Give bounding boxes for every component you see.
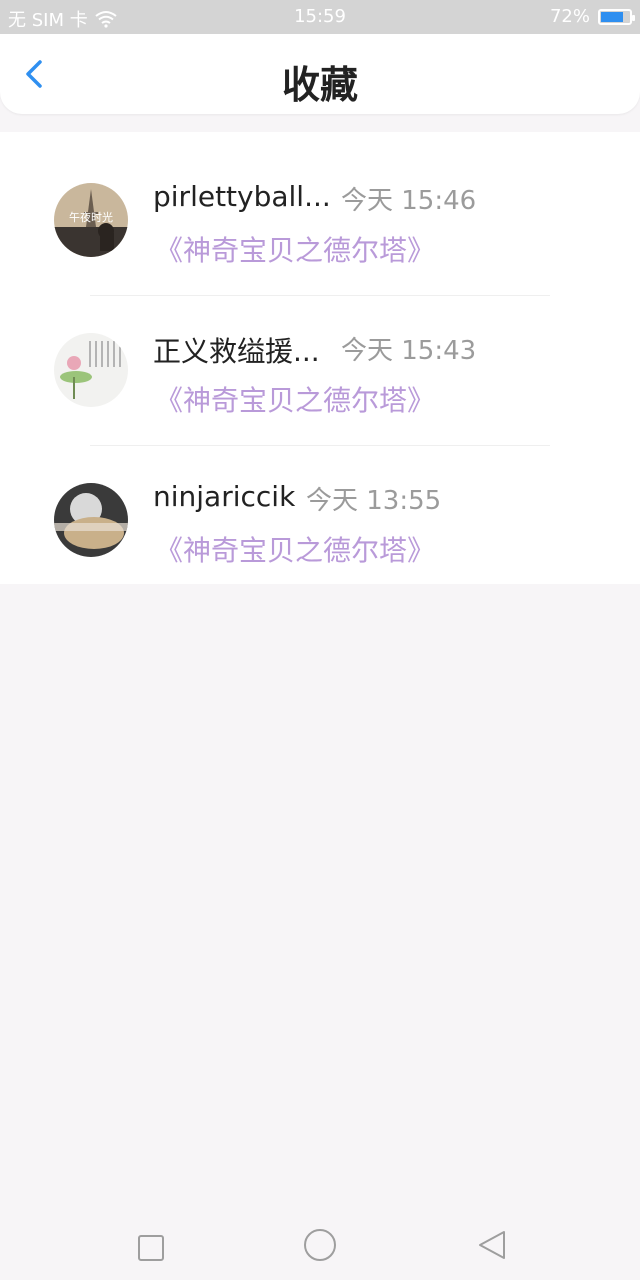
favorites-list: 午夜时光 pirlettyball... 今天 15:46 《神奇宝贝之德尔塔》… (0, 132, 640, 584)
recents-icon[interactable] (131, 1228, 171, 1268)
system-nav-bar (0, 1210, 640, 1280)
item-time: 今天 15:43 (341, 336, 477, 366)
avatar-image: 午夜时光 (54, 183, 128, 257)
avatar: 午夜时光 (54, 183, 128, 257)
status-bar: 无 SIM 卡 15:59 72% (0, 0, 640, 34)
item-time: 今天 13:55 (306, 486, 442, 516)
app-header: 收藏 (0, 34, 640, 114)
status-right: 72% (549, 6, 635, 27)
clock: 15:59 (294, 6, 346, 27)
list-item[interactable]: ninjariccik 今天 13:55 《神奇宝贝之德尔塔》 (0, 446, 640, 596)
item-subtitle: 《神奇宝贝之德尔塔》 (155, 534, 436, 567)
battery-percent: 72% (549, 6, 590, 27)
battery-icon (598, 8, 635, 25)
list-item[interactable]: 正义救缢援... 今天 15:43 《神奇宝贝之德尔塔》 (0, 296, 640, 446)
avatar-image (54, 483, 128, 557)
home-icon[interactable] (300, 1228, 340, 1268)
item-time: 今天 15:46 (341, 186, 477, 216)
back-nav-icon[interactable] (472, 1228, 512, 1268)
page-title: 收藏 (281, 63, 358, 107)
item-subtitle: 《神奇宝贝之德尔塔》 (155, 384, 436, 417)
svg-text:午夜时光: 午夜时光 (69, 210, 113, 224)
battery-fill (601, 11, 623, 22)
item-name: ninjariccik (153, 480, 296, 513)
avatar (54, 333, 128, 407)
item-subtitle: 《神奇宝贝之德尔塔》 (155, 234, 436, 267)
avatar-image (54, 333, 128, 407)
item-name: pirlettyball... (153, 180, 331, 213)
list-item[interactable]: 午夜时光 pirlettyball... 今天 15:46 《神奇宝贝之德尔塔》 (0, 146, 640, 296)
avatar (54, 483, 128, 557)
item-name: 正义救缢援... (153, 335, 320, 368)
